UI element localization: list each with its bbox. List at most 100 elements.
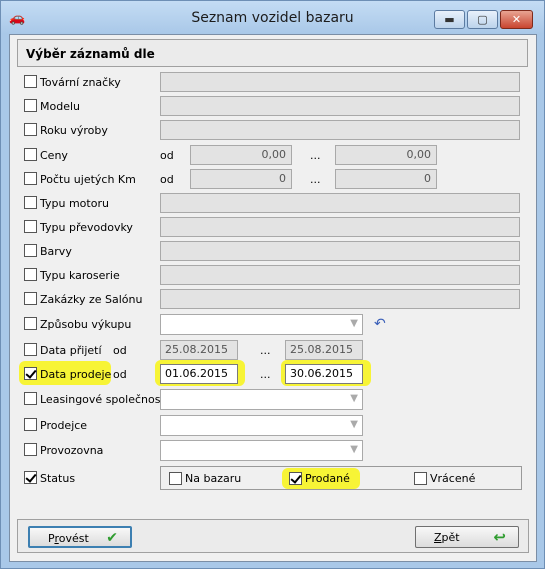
checkbox-modelu[interactable] (24, 99, 37, 112)
provozovna-select[interactable]: ▼ (160, 440, 363, 461)
filter-row-prodejce: Prodejce ▼ (10, 415, 538, 436)
km-to-input[interactable]: 0 (335, 169, 437, 189)
back-arrow-icon: ↩ (493, 528, 506, 546)
filter-row-data-prodeje: Data prodeje od 01.06.2015 ... 30.06.201… (10, 360, 538, 386)
modelu-field[interactable] (160, 96, 520, 116)
label-modelu: Modelu (40, 100, 80, 113)
od-label: od (113, 344, 127, 357)
tovarni-znacky-field[interactable] (160, 72, 520, 92)
range-dots: ... (260, 368, 271, 381)
checkbox-data-prodeje[interactable] (24, 367, 37, 380)
od-label: od (113, 368, 127, 381)
filter-row-tovarni-znacky: Tovární značky (10, 72, 538, 92)
title-bar[interactable]: 🚗 Seznam vozidel bazaru ▬ ▢ ✕ (1, 1, 544, 34)
label-zakazky: Zakázky ze Salónu (40, 293, 143, 306)
filter-row-roku-vyroby: Roku výroby (10, 120, 538, 140)
label-ceny: Ceny (40, 149, 68, 162)
checkbox-zakazky[interactable] (24, 292, 37, 305)
prodejce-select[interactable]: ▼ (160, 415, 363, 436)
leasing-select[interactable]: ▼ (160, 389, 363, 410)
filter-row-typu-karoserie: Typu karoserie (10, 265, 538, 285)
roku-vyroby-field[interactable] (160, 120, 520, 140)
label-data-prijeti: Data přijetí (40, 344, 102, 357)
ceny-to-input[interactable]: 0,00 (335, 145, 437, 165)
checkbox-zpusobu-vykupu[interactable] (24, 317, 37, 330)
data-prijeti-to-input[interactable]: 25.08.2015 (285, 340, 363, 360)
button-bar: Provést ✔ Zpět ↩ (17, 519, 529, 553)
chevron-down-icon: ▼ (350, 318, 358, 329)
label-typu-prevodovky: Typu převodovky (40, 221, 133, 234)
km-from-input[interactable]: 0 (190, 169, 292, 189)
chevron-down-icon: ▼ (350, 444, 358, 455)
checkbox-prodane[interactable] (289, 472, 302, 485)
checkbox-barvy[interactable] (24, 244, 37, 257)
label-status: Status (40, 472, 76, 485)
checkbox-provozovna[interactable] (24, 443, 37, 456)
section-header: Výběr záznamů dle (17, 39, 528, 67)
typu-motoru-field[interactable] (160, 193, 520, 213)
label-typu-motoru: Typu motoru (40, 197, 109, 210)
checkbox-tovarni-znacky[interactable] (24, 75, 37, 88)
filter-row-typu-prevodovky: Typu převodovky (10, 217, 538, 237)
label-leasing: Leasingové společnosti (40, 393, 168, 406)
data-prodeje-to-input[interactable]: 30.06.2015 (285, 364, 363, 384)
filter-row-modelu: Modelu (10, 96, 538, 116)
checkmark-icon: ✔ (106, 530, 118, 546)
checkbox-prodejce[interactable] (24, 418, 37, 431)
label-km: Počtu ujetých Km (40, 173, 136, 186)
checkbox-roku-vyroby[interactable] (24, 123, 37, 136)
data-prodeje-from-input[interactable]: 01.06.2015 (160, 364, 238, 384)
range-dots: ... (310, 173, 321, 186)
filter-row-leasing: Leasingové společnosti ▼ (10, 389, 538, 410)
checkbox-status[interactable] (24, 471, 37, 484)
label-typu-karoserie: Typu karoserie (40, 269, 120, 282)
label-roku-vyroby: Roku výroby (40, 124, 108, 137)
range-dots: ... (310, 149, 321, 162)
label-tovarni-znacky: Tovární značky (40, 76, 121, 89)
typu-prevodovky-field[interactable] (160, 217, 520, 237)
checkbox-na-bazaru[interactable] (169, 472, 182, 485)
filter-row-ceny: Ceny od 0,00 ... 0,00 (10, 145, 538, 165)
label-barvy: Barvy (40, 245, 72, 258)
label-na-bazaru: Na bazaru (185, 472, 242, 485)
filter-row-typu-motoru: Typu motoru (10, 193, 538, 213)
checkbox-leasing[interactable] (24, 392, 37, 405)
label-prodane: Prodané (305, 472, 350, 485)
filter-row-data-prijeti: Data přijetí od 25.08.2015 ... 25.08.201… (10, 340, 538, 360)
label-vracene: Vrácené (430, 472, 476, 485)
checkbox-typu-karoserie[interactable] (24, 268, 37, 281)
zpet-button[interactable]: Zpět ↩ (415, 526, 519, 548)
filter-row-barvy: Barvy (10, 241, 538, 261)
data-prijeti-from-input[interactable]: 25.08.2015 (160, 340, 238, 360)
checkbox-vracene[interactable] (414, 472, 427, 485)
checkbox-data-prijeti[interactable] (24, 343, 37, 356)
od-label: od (160, 173, 174, 186)
filter-row-status: Status Na bazaru Prodané Vrácené (10, 466, 538, 490)
chevron-down-icon: ▼ (350, 419, 358, 430)
maximize-button[interactable]: ▢ (467, 10, 498, 29)
filter-row-zpusobu-vykupu: Způsobu výkupu ▼ ↶ (10, 314, 538, 335)
provest-button[interactable]: Provést ✔ (28, 526, 132, 548)
zpusobu-vykupu-select[interactable]: ▼ (160, 314, 363, 335)
barvy-field[interactable] (160, 241, 520, 261)
close-button[interactable]: ✕ (500, 10, 533, 29)
status-options: Na bazaru Prodané Vrácené (160, 466, 522, 490)
minimize-button[interactable]: ▬ (434, 10, 465, 29)
filter-row-km: Počtu ujetých Km od 0 ... 0 (10, 169, 538, 189)
provest-label: Provést (48, 532, 89, 545)
checkbox-typu-motoru[interactable] (24, 196, 37, 209)
label-zpusobu-vykupu: Způsobu výkupu (40, 318, 132, 331)
ceny-from-input[interactable]: 0,00 (190, 145, 292, 165)
zakazky-field[interactable] (160, 289, 520, 309)
section-title: Výběr záznamů dle (26, 47, 155, 61)
checkbox-typu-prevodovky[interactable] (24, 220, 37, 233)
filter-row-zakazky: Zakázky ze Salónu (10, 289, 538, 309)
typu-karoserie-field[interactable] (160, 265, 520, 285)
undo-icon[interactable]: ↶ (374, 316, 390, 332)
checkbox-ceny[interactable] (24, 148, 37, 161)
label-provozovna: Provozovna (40, 444, 104, 457)
app-window: 🚗 Seznam vozidel bazaru ▬ ▢ ✕ Výběr zázn… (0, 0, 545, 569)
od-label: od (160, 149, 174, 162)
chevron-down-icon: ▼ (350, 393, 358, 404)
checkbox-km[interactable] (24, 172, 37, 185)
